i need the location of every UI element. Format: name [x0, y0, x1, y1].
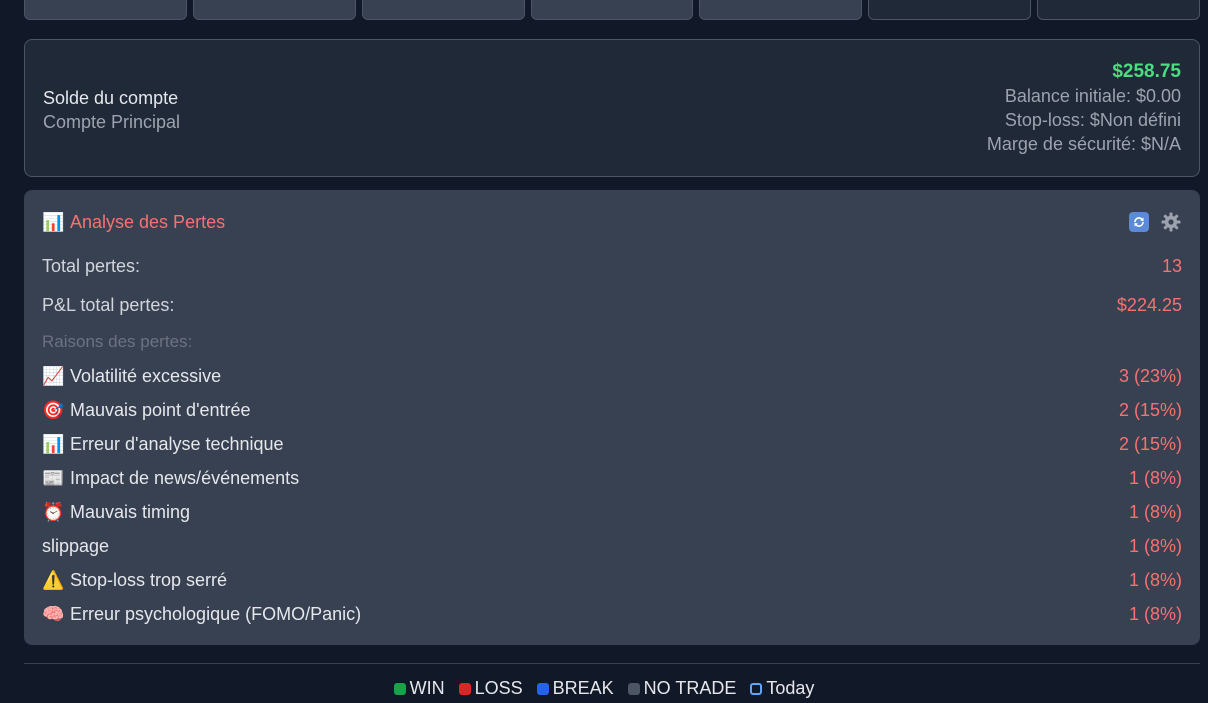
top-tab[interactable]	[530, 0, 694, 20]
loss-reason-row: 🧠 Erreur psychologique (FOMO/Panic) 1 (8%)	[42, 602, 1182, 626]
pnl-losses-row: P&L total pertes: $224.25	[42, 293, 1182, 317]
loss-reason-row: 🎯 Mauvais point d'entrée 2 (15%)	[42, 398, 1182, 422]
loss-reasons-heading: Raisons des pertes:	[42, 332, 193, 351]
top-tab[interactable]	[699, 0, 863, 20]
gear-icon	[1161, 212, 1181, 232]
loss-analysis-card: 📊 Analyse des Pertes Total pertes: 13 P&…	[24, 190, 1200, 645]
loss-reason-label: slippage	[42, 536, 109, 557]
account-balance-card: Solde du compte Compte Principal $258.75…	[24, 39, 1200, 177]
settings-button[interactable]	[1160, 211, 1182, 233]
safety-margin: Marge de sécurité: $N/A	[986, 134, 1181, 154]
bar-chart-icon: 📊	[42, 434, 65, 454]
top-tab[interactable]	[361, 0, 525, 20]
loss-reason-text: Stop-loss trop serré	[70, 569, 228, 590]
balance-title: Solde du compte	[43, 88, 179, 108]
legend-swatch	[627, 682, 640, 695]
legend-label: NO TRADE	[643, 678, 737, 698]
loss-reason-value: 1 (8%)	[1128, 535, 1182, 556]
loss-reason-label: 🧠 Erreur psychologique (FOMO/Panic)	[42, 604, 361, 625]
legend-item: NO TRADE	[627, 678, 737, 699]
legend-label: LOSS	[474, 678, 523, 698]
loss-reason-value: 1 (8%)	[1128, 603, 1182, 624]
balance-info: Solde du compte Compte Principal	[43, 86, 180, 134]
loss-reason-row: 📈 Volatilité excessive 3 (23%)	[42, 364, 1182, 388]
total-losses-label: Total pertes:	[42, 255, 141, 276]
refresh-icon	[1129, 212, 1149, 232]
total-losses-row: Total pertes: 13	[42, 254, 1182, 278]
target-icon: 🎯	[42, 400, 65, 420]
refresh-button[interactable]	[1128, 211, 1150, 233]
legend-swatch	[393, 682, 406, 695]
loss-reason-row: ⚠️ Stop-loss trop serré 1 (8%)	[42, 568, 1182, 592]
legend-swatch	[536, 682, 549, 695]
brain-icon: 🧠	[42, 604, 65, 624]
pnl-losses-label: P&L total pertes:	[42, 294, 175, 315]
loss-reason-text: Volatilité excessive	[70, 365, 222, 386]
warning-icon: ⚠️	[42, 570, 65, 590]
initial-balance: Balance initiale: $0.00	[1004, 86, 1181, 106]
loss-reason-label: 🎯 Mauvais point d'entrée	[42, 400, 251, 421]
loss-reason-text: Erreur d'analyse technique	[70, 433, 284, 454]
loss-reason-row: slippage 1 (8%)	[42, 534, 1182, 558]
loss-reason-text: Mauvais timing	[70, 501, 191, 522]
stop-loss: Stop-loss: $Non défini	[1004, 110, 1181, 130]
loss-analysis-title-text: Analyse des Pertes	[70, 211, 226, 232]
header-actions	[1128, 211, 1182, 233]
loss-reason-value: 2 (15%)	[1118, 433, 1182, 454]
calendar-legend: WIN LOSS BREAK NO TRADE Today	[0, 678, 1208, 699]
legend-item: LOSS	[458, 678, 523, 699]
loss-reason-text: Impact de news/événements	[70, 467, 300, 488]
balance-details: $258.75 Balance initiale: $0.00 Stop-los…	[987, 60, 1181, 156]
top-tab[interactable]	[868, 0, 1032, 20]
legend-label: Today	[766, 678, 815, 698]
loss-reason-value: 1 (8%)	[1128, 501, 1182, 522]
legend-item: BREAK	[536, 678, 614, 699]
legend-item: Today	[750, 678, 814, 699]
alarm-clock-icon: ⏰	[42, 502, 65, 522]
loss-reason-label: ⚠️ Stop-loss trop serré	[42, 570, 227, 591]
legend-label: WIN	[409, 678, 445, 698]
loss-analysis-header: 📊 Analyse des Pertes	[42, 210, 1182, 234]
loss-reason-row: ⏰ Mauvais timing 1 (8%)	[42, 500, 1182, 524]
loss-reason-row: 📊 Erreur d'analyse technique 2 (15%)	[42, 432, 1182, 456]
legend-item: WIN	[393, 678, 445, 699]
top-tab-bar	[24, 0, 1201, 20]
loss-reason-row: 📰 Impact de news/événements 1 (8%)	[42, 466, 1182, 490]
loss-reason-text: slippage	[42, 535, 110, 556]
loss-reason-value: 3 (23%)	[1118, 365, 1182, 386]
total-losses-value: 13	[1161, 255, 1182, 276]
legend-swatch	[458, 682, 471, 695]
loss-reason-label: 📊 Erreur d'analyse technique	[42, 434, 284, 455]
legend-label: BREAK	[552, 678, 614, 698]
legend-swatch	[750, 682, 763, 695]
top-tab[interactable]	[192, 0, 356, 20]
loss-reason-value: 1 (8%)	[1128, 569, 1182, 590]
chart-icon: 📊	[42, 212, 65, 232]
account-name: Compte Principal	[43, 112, 181, 132]
top-tab[interactable]	[24, 0, 187, 20]
balance-amount: $258.75	[1112, 61, 1181, 82]
chart-up-icon: 📈	[42, 366, 65, 386]
loss-reason-label: 📰 Impact de news/événements	[42, 468, 299, 489]
loss-reason-value: 2 (15%)	[1118, 399, 1182, 420]
loss-reason-text: Erreur psychologique (FOMO/Panic)	[70, 603, 362, 624]
loss-reason-label: ⏰ Mauvais timing	[42, 502, 190, 523]
loss-reason-label: 📈 Volatilité excessive	[42, 366, 221, 387]
loss-analysis-title: 📊 Analyse des Pertes	[42, 212, 225, 233]
top-tab[interactable]	[1037, 0, 1201, 20]
loss-reason-text: Mauvais point d'entrée	[70, 399, 251, 420]
loss-reason-value: 1 (8%)	[1128, 467, 1182, 488]
newspaper-icon: 📰	[42, 468, 65, 488]
divider	[24, 663, 1200, 664]
pnl-losses-value: $224.25	[1116, 294, 1182, 315]
